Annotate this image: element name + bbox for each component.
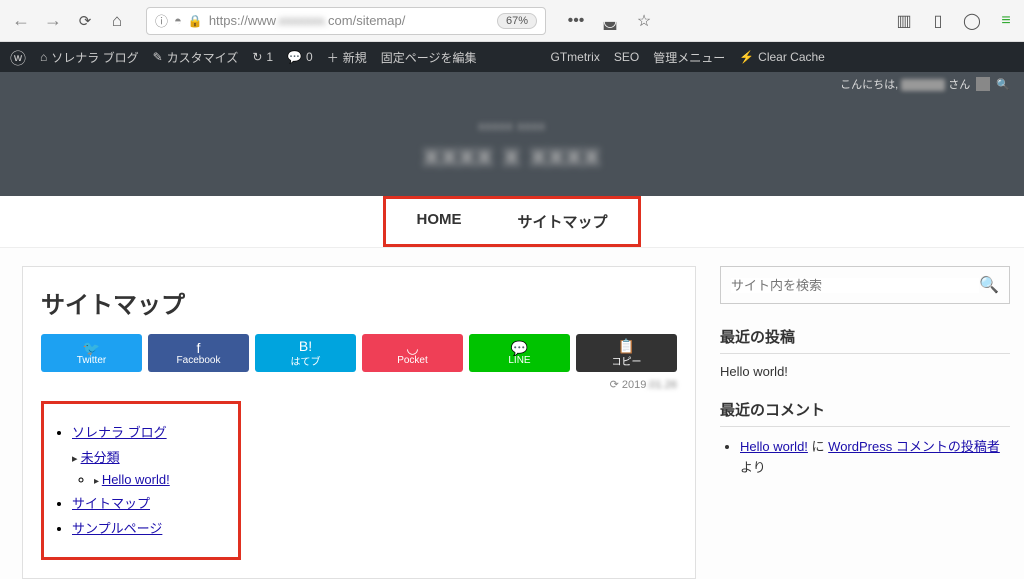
wp-admin-bar: ⓦ ⌂ソレナラ ブログ ✎カスタマイズ ↻1 💬0 ＋新規 固定ページを編集 G… — [0, 42, 1024, 72]
nav-home[interactable]: HOME — [388, 201, 489, 242]
site-title[interactable]: xxxx x xxxx — [423, 139, 601, 173]
account-icon[interactable]: ◯ — [960, 9, 984, 33]
wp-logo[interactable]: ⓦ — [10, 45, 26, 69]
pocket-icon[interactable]: ◛ — [598, 9, 622, 33]
share-facebook[interactable]: fFacebook — [148, 334, 249, 372]
wp-refresh[interactable]: ↻1 — [252, 50, 273, 64]
wp-edit-page[interactable]: 固定ページを編集 — [381, 49, 477, 66]
recent-post-link[interactable]: Hello world! — [720, 364, 788, 379]
comment-post-link[interactable]: Hello world! — [740, 439, 808, 454]
library-icon[interactable]: ▥ — [892, 9, 916, 33]
site-subtitle: xxxxx xxxx — [478, 119, 545, 133]
forward-button[interactable]: → — [40, 8, 66, 34]
sidebar-icon[interactable]: ▯ — [926, 9, 950, 33]
wp-clear-cache[interactable]: ⚡Clear Cache — [739, 50, 825, 64]
reload-button[interactable]: ⟳ — [72, 8, 98, 34]
browser-toolbar: ← → ⟳ ⌂ ⓘ ◓ 🔒 https://www.xxxxxxx.com/si… — [0, 0, 1024, 42]
widget-recent-posts-title: 最近の投稿 — [720, 326, 1010, 354]
lock-icon: 🔒 — [188, 14, 203, 28]
wp-greeting-bar: こんにちは, xxxxxxxx さん 🔍 — [0, 72, 1024, 96]
recent-comment-item: Hello world! に WordPress コメントの投稿者 より — [740, 437, 1010, 479]
zoom-badge[interactable]: 67% — [497, 13, 537, 29]
url-bar[interactable]: ⓘ ◓ 🔒 https://www.xxxxxxx.com/sitemap/ 6… — [146, 7, 546, 35]
sitemap-page-link[interactable]: サイトマップ — [72, 493, 224, 512]
info-icon[interactable]: ⓘ — [155, 11, 168, 30]
url-text: https://www.xxxxxxx.com/sitemap/ — [209, 13, 406, 28]
wp-seo[interactable]: SEO — [614, 50, 639, 64]
wp-admin-menu[interactable]: 管理メニュー — [653, 49, 725, 66]
share-twitter[interactable]: 🐦Twitter — [41, 334, 142, 372]
wp-comments[interactable]: 💬0 — [287, 50, 313, 64]
sitemap-category[interactable]: 未分類 Hello world! — [72, 447, 224, 487]
widget-recent-comments-title: 最近のコメント — [720, 399, 1010, 427]
wp-customize[interactable]: ✎カスタマイズ — [153, 49, 239, 66]
wp-site-link[interactable]: ⌂ソレナラ ブログ — [40, 49, 139, 66]
site-search[interactable]: 🔍 — [720, 266, 1010, 304]
menu-icon[interactable]: ≡ — [994, 9, 1018, 33]
site-header: xxxxx xxxx xxxx x xxxx — [0, 96, 1024, 196]
share-line[interactable]: 💬LINE — [469, 334, 570, 372]
widget-recent-posts: Hello world! — [720, 364, 1010, 379]
wp-new[interactable]: ＋新規 — [327, 49, 367, 66]
page-title: サイトマップ — [41, 285, 677, 320]
main-column: サイトマップ 🐦Twitter fFacebook B!はてブ ◡Pocket … — [22, 266, 696, 579]
avatar-icon[interactable] — [976, 77, 990, 91]
sitemap-top-link[interactable]: ソレナラ ブログ — [72, 422, 224, 441]
home-button[interactable]: ⌂ — [104, 8, 130, 34]
sitemap-page-link[interactable]: サンプルページ — [72, 518, 224, 537]
widget-recent-comments: Hello world! に WordPress コメントの投稿者 より — [720, 437, 1010, 479]
share-buttons: 🐦Twitter fFacebook B!はてブ ◡Pocket 💬LINE 📋… — [41, 334, 677, 372]
greeting-text: こんにちは, xxxxxxxx さん — [840, 76, 970, 92]
search-icon[interactable]: 🔍 — [979, 275, 999, 295]
shield-icon[interactable]: ◓ — [174, 13, 182, 28]
share-copy[interactable]: 📋コピー — [576, 334, 677, 372]
nav-highlight-box: HOME サイトマップ — [383, 196, 640, 247]
sidebar-column: 🔍 最近の投稿 Hello world! 最近のコメント Hello world… — [720, 266, 1010, 579]
sitemap-annotation-box: ソレナラ ブログ 未分類 Hello world! サイトマップ サンプルページ — [41, 401, 241, 560]
site-nav: HOME サイトマップ — [0, 196, 1024, 248]
search-icon[interactable]: 🔍 — [996, 78, 1010, 91]
wp-gtmetrix[interactable]: GTmetrix — [551, 50, 600, 64]
nav-sitemap[interactable]: サイトマップ — [489, 201, 635, 242]
comment-author-link[interactable]: WordPress コメントの投稿者 — [828, 439, 1000, 454]
star-icon[interactable]: ☆ — [632, 9, 656, 33]
search-input[interactable] — [731, 278, 979, 293]
share-pocket[interactable]: ◡Pocket — [362, 334, 463, 372]
back-button[interactable]: ← — [8, 8, 34, 34]
more-icon[interactable]: ••• — [564, 9, 588, 33]
post-date: ⟳ 2019.01.26 — [41, 378, 677, 391]
content-area: サイトマップ 🐦Twitter fFacebook B!はてブ ◡Pocket … — [0, 248, 1024, 579]
sitemap-post-link[interactable]: Hello world! — [94, 472, 224, 487]
share-hatebu[interactable]: B!はてブ — [255, 334, 356, 372]
